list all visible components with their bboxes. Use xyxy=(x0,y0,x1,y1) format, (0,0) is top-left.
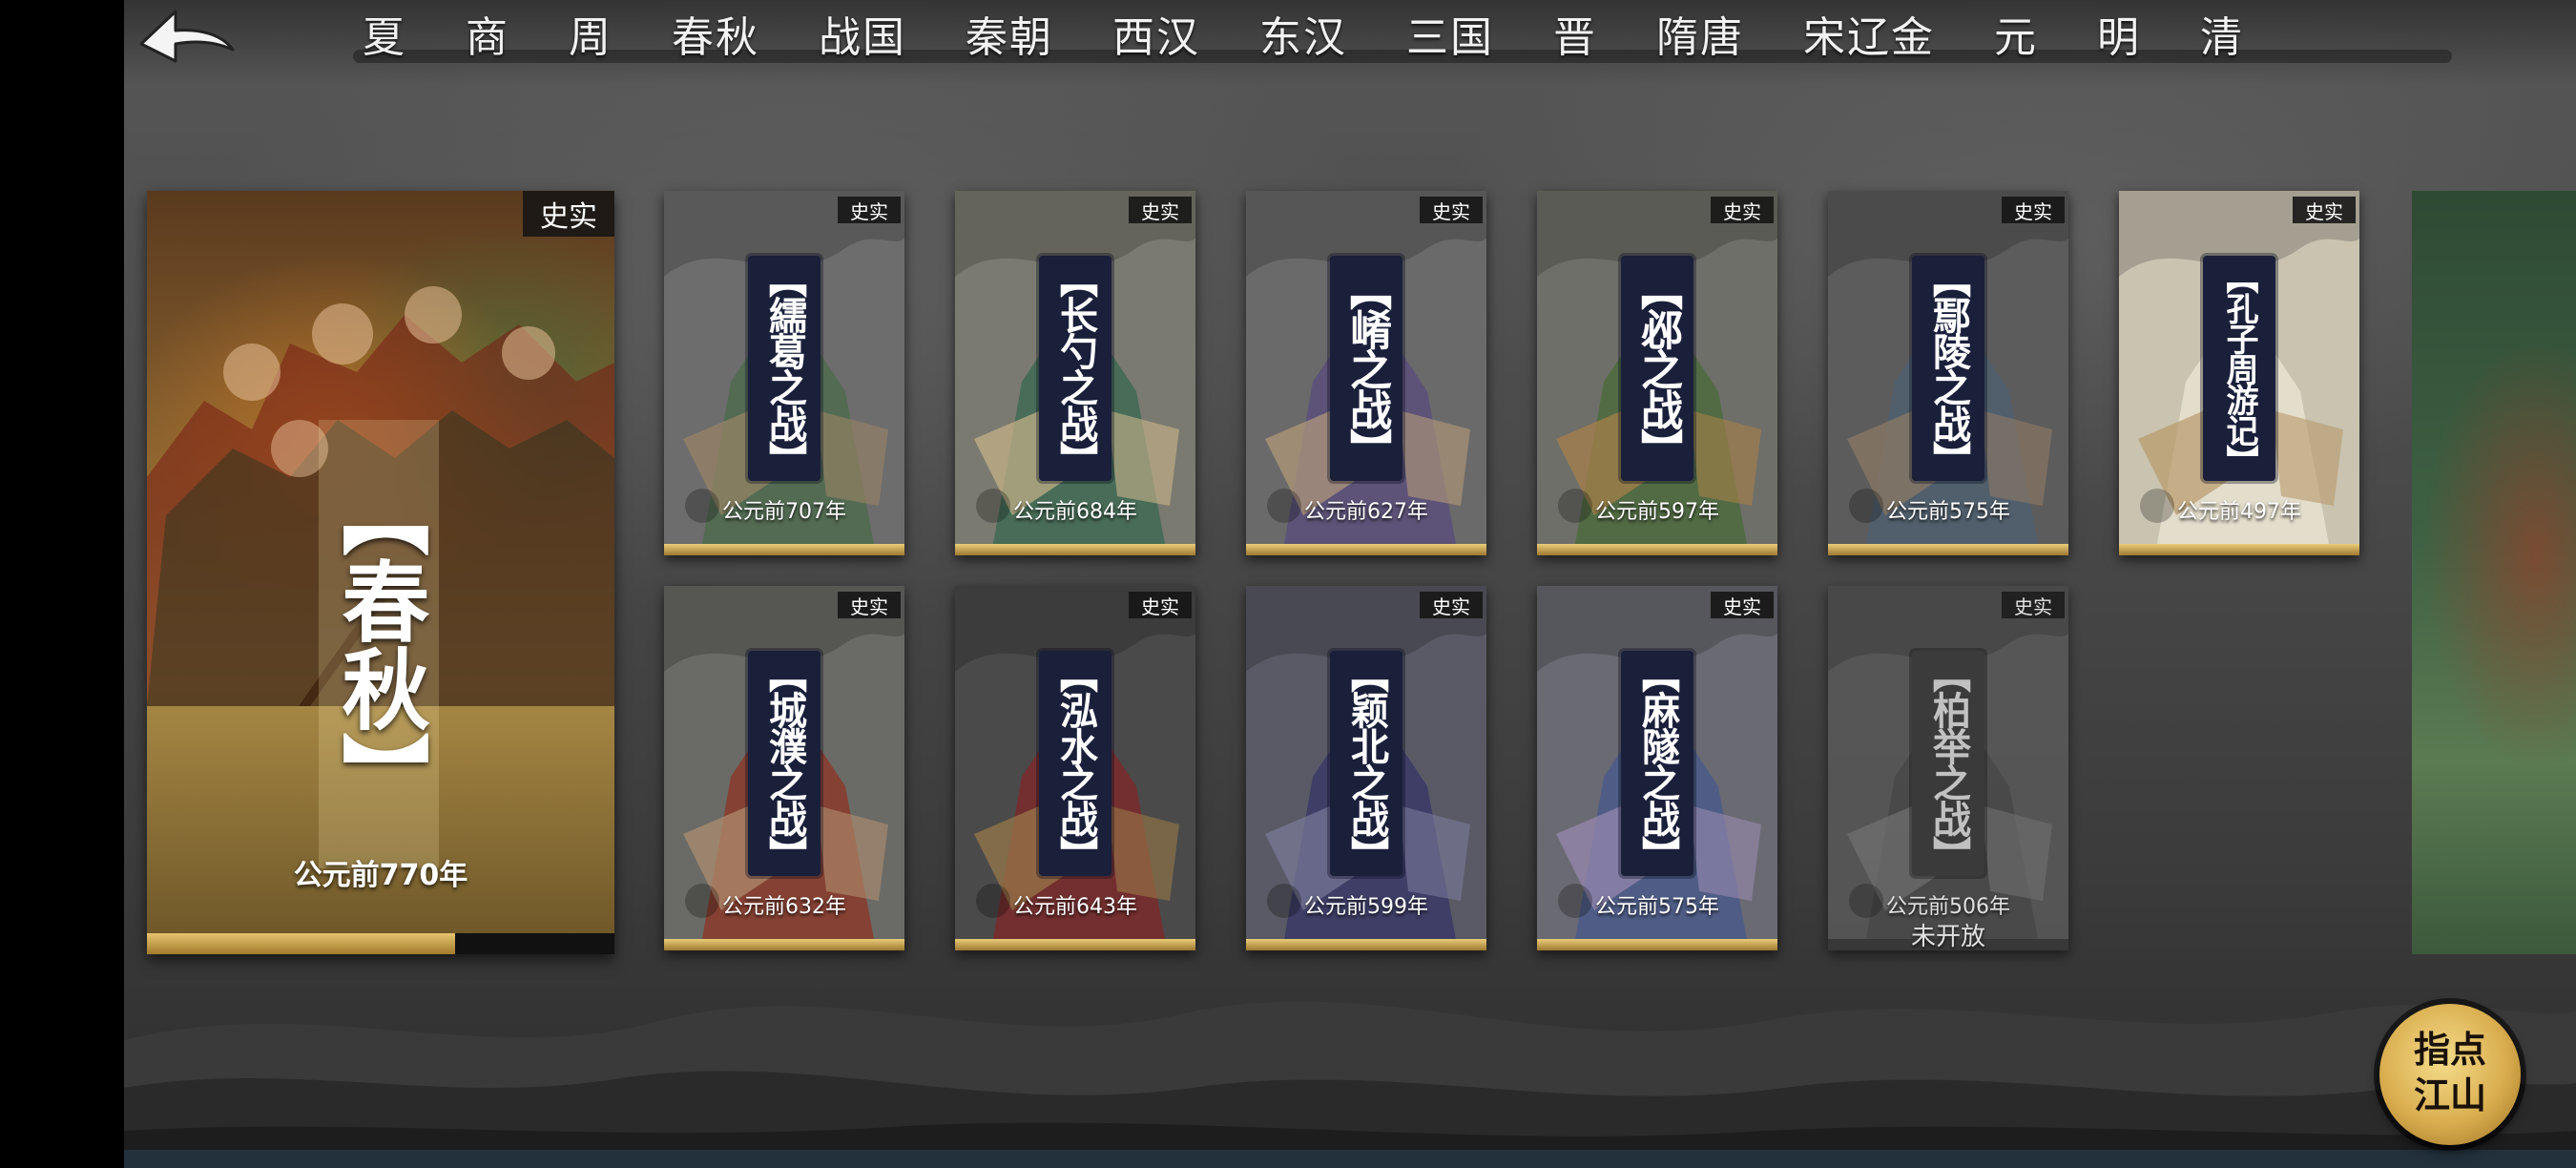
battle-title: 【孔子周游记】 xyxy=(2220,261,2258,475)
battle-date: 公元前684年 xyxy=(1013,500,1137,524)
battle-title: 【柏举之战】 xyxy=(1926,655,1971,872)
tab-zhou[interactable]: 周 xyxy=(569,3,613,64)
battle-card[interactable]: 【颖北之战】 史实公元前599年 xyxy=(1246,586,1486,950)
tab-sanguo[interactable]: 三国 xyxy=(1406,3,1494,64)
back-button[interactable] xyxy=(134,4,239,84)
historical-tag: 史实 xyxy=(523,191,614,237)
tab-ming[interactable]: 明 xyxy=(2097,3,2141,64)
locked-status: 未开放 xyxy=(1910,923,1985,950)
battle-date: 公元前643年 xyxy=(1013,895,1137,919)
battle-title: 【长勺之战】 xyxy=(1053,260,1098,477)
left-black-bar xyxy=(0,0,124,1168)
dynasty-tabs: 夏 商 周 春秋 战国 秦朝 西汉 东汉 三国 晋 隋唐 宋辽金 元 明 清 xyxy=(363,0,2244,67)
battle-card-gold-bar xyxy=(1246,939,1486,950)
battle-title: 【崤之战】 xyxy=(1342,268,1391,469)
guide-label-line1: 指点 xyxy=(2413,1028,2486,1071)
battle-date: 公元前497年 xyxy=(2177,500,2301,524)
battle-card-gold-bar xyxy=(664,544,904,555)
battle-date: 公元前599年 xyxy=(1304,895,1428,919)
historical-tag: 史实 xyxy=(2002,197,2065,223)
historical-tag: 史实 xyxy=(1711,197,1774,223)
battle-title: 【泓水之战】 xyxy=(1053,655,1098,872)
historical-tag: 史实 xyxy=(1129,592,1192,618)
era-progress-bar xyxy=(147,933,614,954)
battle-card-gold-bar xyxy=(1537,939,1777,950)
era-progress-fill xyxy=(147,933,456,954)
battle-title: 【颖北之战】 xyxy=(1344,655,1389,872)
battle-card[interactable]: 【长勺之战】 史实公元前684年 xyxy=(955,191,1195,555)
featured-era-card[interactable]: 【春秋】 公元前770年 史实 xyxy=(147,191,614,954)
historical-tag: 史实 xyxy=(838,592,901,618)
tab-zhanguo[interactable]: 战国 xyxy=(819,3,906,64)
battle-card-gold-bar xyxy=(1537,544,1777,555)
bottom-strip xyxy=(124,1150,2576,1168)
battle-title: 【繻葛之战】 xyxy=(762,260,807,477)
tab-shang[interactable]: 商 xyxy=(466,3,509,64)
back-arrow-icon xyxy=(139,10,235,63)
battle-date: 公元前707年 xyxy=(722,500,846,524)
historical-tag: 史实 xyxy=(1420,592,1483,618)
tab-xia[interactable]: 夏 xyxy=(363,3,406,64)
battle-title: 【城濮之战】 xyxy=(762,655,807,872)
battle-card[interactable]: 【麻隧之战】 史实公元前575年 xyxy=(1537,586,1777,950)
tab-chunqiu[interactable]: 春秋 xyxy=(672,3,759,64)
battle-card[interactable]: 【城濮之战】 史实公元前632年 xyxy=(664,586,904,950)
guide-button-label: 指点 江山 xyxy=(2379,1027,2521,1118)
battle-selection-screen: 夏 商 周 春秋 战国 秦朝 西汉 东汉 三国 晋 隋唐 宋辽金 元 明 清 【… xyxy=(124,0,2576,1168)
tab-yuan[interactable]: 元 xyxy=(1994,3,2038,64)
battle-card-gold-bar xyxy=(955,939,1195,950)
tab-suitang[interactable]: 隋唐 xyxy=(1656,3,1744,64)
next-era-card[interactable] xyxy=(2412,191,2576,954)
battle-title: 【麻隧之战】 xyxy=(1635,655,1680,872)
battle-date: 公元前627年 xyxy=(1304,500,1428,524)
battle-title: 【鄢陵之战】 xyxy=(1926,260,1971,477)
battle-title: 【邲之战】 xyxy=(1633,268,1682,469)
battle-card-gold-bar xyxy=(664,939,904,950)
tab-xihan[interactable]: 西汉 xyxy=(1112,3,1200,64)
featured-date: 公元前770年 xyxy=(293,859,468,892)
historical-tag: 史实 xyxy=(1420,197,1483,223)
battle-card-gold-bar xyxy=(1246,544,1486,555)
tab-jin[interactable]: 晋 xyxy=(1553,3,1597,64)
tab-qinchao[interactable]: 秦朝 xyxy=(966,3,1053,64)
historical-tag: 史实 xyxy=(2002,592,2065,618)
ink-mountains xyxy=(124,1001,2576,1168)
battle-card[interactable]: 【鄢陵之战】 史实公元前575年 xyxy=(1828,191,2068,555)
tab-songliaojin[interactable]: 宋辽金 xyxy=(1803,3,1935,64)
battle-card-gold-bar xyxy=(2119,544,2359,555)
battle-card[interactable]: 【泓水之战】 史实公元前643年 xyxy=(955,586,1195,950)
battle-date: 公元前575年 xyxy=(1886,500,2010,524)
battle-card-gold-bar xyxy=(1828,544,2068,555)
battle-card-gold-bar xyxy=(955,544,1195,555)
featured-title: 【春秋】 xyxy=(327,469,430,820)
historical-tag: 史实 xyxy=(1129,197,1192,223)
battle-date: 公元前632年 xyxy=(722,895,846,919)
tab-donghan[interactable]: 东汉 xyxy=(1259,3,1347,64)
battle-card[interactable]: 【繻葛之战】 史实公元前707年 xyxy=(664,191,904,555)
guide-button[interactable]: 指点 江山 xyxy=(2379,1004,2521,1145)
historical-tag: 史实 xyxy=(838,197,901,223)
battle-date: 公元前506年 xyxy=(1886,895,2010,919)
battle-card[interactable]: 【孔子周游记】 史实公元前497年 xyxy=(2119,191,2359,555)
battle-date: 公元前575年 xyxy=(1595,895,1719,919)
battle-card[interactable]: 【崤之战】 史实公元前627年 xyxy=(1246,191,1486,555)
battle-date: 公元前597年 xyxy=(1595,500,1719,524)
battle-card[interactable]: 【柏举之战】 史实公元前506年 未开放 xyxy=(1828,586,2068,950)
tab-qing[interactable]: 清 xyxy=(2200,3,2244,64)
historical-tag: 史实 xyxy=(2293,197,2356,223)
guide-label-line2: 江山 xyxy=(2413,1074,2486,1116)
battle-card[interactable]: 【邲之战】 史实公元前597年 xyxy=(1537,191,1777,555)
historical-tag: 史实 xyxy=(1711,592,1774,618)
